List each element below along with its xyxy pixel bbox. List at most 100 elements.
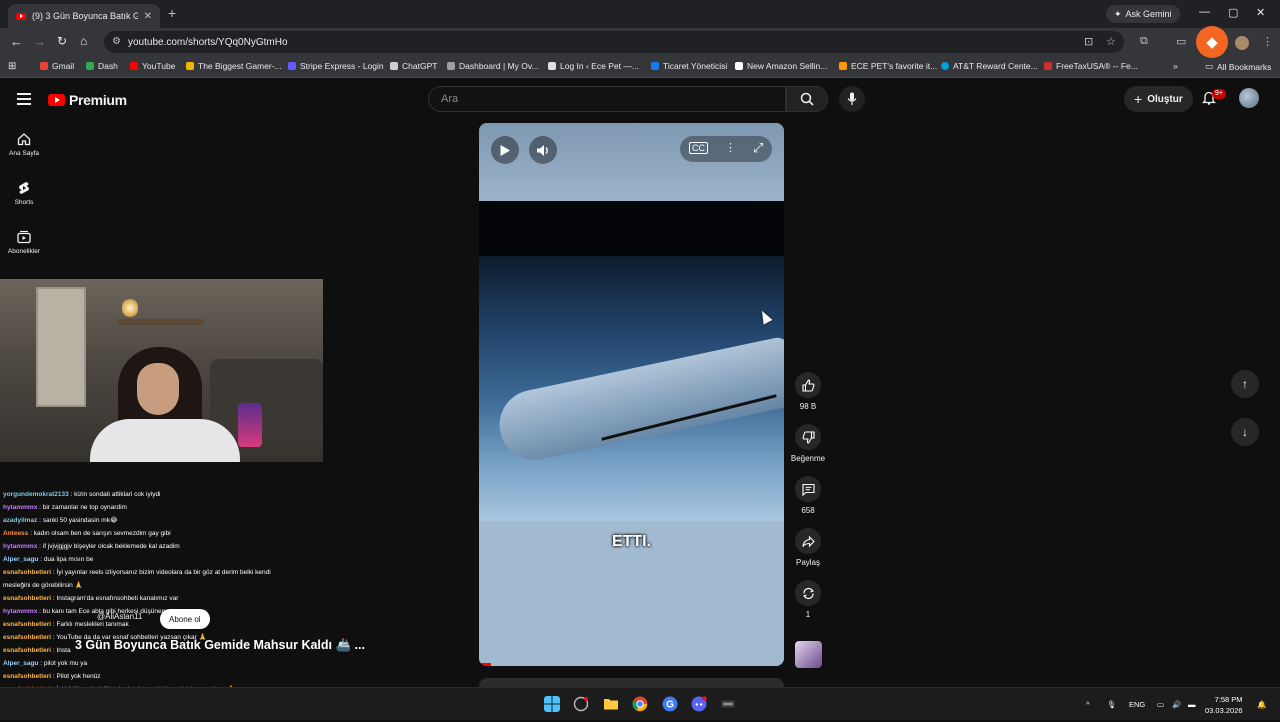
bookmark-gmail[interactable]: Gmail: [40, 61, 74, 71]
sidebar-label: Ana Sayfa: [9, 150, 39, 157]
create-button[interactable]: + Oluştur: [1124, 86, 1193, 112]
comments-button[interactable]: 658: [788, 476, 828, 515]
extension-orange-icon[interactable]: ◆: [1196, 26, 1228, 58]
browser-profile-avatar[interactable]: [1235, 36, 1249, 50]
volume-button[interactable]: [529, 136, 557, 164]
share-button[interactable]: Paylaş: [788, 528, 828, 567]
back-button[interactable]: ←: [10, 34, 23, 49]
search-button[interactable]: [786, 86, 828, 112]
bookmark-label: Ticaret Yöneticisi: [663, 61, 728, 71]
language-indicator[interactable]: ENG: [1129, 700, 1145, 709]
chat-username: esnafsohbetleri: [3, 621, 52, 628]
maximize-window-button[interactable]: ▢: [1228, 6, 1238, 19]
chat-username: hytammmx: [3, 608, 38, 615]
battery-icon[interactable]: ▬: [1188, 700, 1196, 709]
reload-button[interactable]: ↻: [57, 34, 67, 48]
discord-icon[interactable]: [691, 696, 707, 712]
bookmark-chatgpt[interactable]: ChatGPT: [390, 61, 437, 71]
cast-icon[interactable]: ▭: [1176, 35, 1186, 48]
bookmark-att[interactable]: AT&T Reward Cente...: [941, 61, 1038, 71]
bookmark-label: New Amazon Sellin...: [747, 61, 828, 71]
ask-gemini-label: Ask Gemini: [1125, 9, 1172, 19]
forward-button[interactable]: →: [33, 34, 46, 49]
dashboard-icon: [447, 62, 455, 70]
bookmark-ece-pet-login[interactable]: Log In ‹ Ece Pet —...: [548, 61, 639, 71]
bookmark-dashboard[interactable]: Dashboard | My Ov...: [447, 61, 539, 71]
next-short-button[interactable]: ↓: [1231, 418, 1259, 446]
like-button[interactable]: 98 B: [788, 372, 828, 411]
att-icon: [941, 62, 949, 70]
speaker-icon[interactable]: 🔊: [1172, 700, 1181, 709]
home-button[interactable]: ⌂: [80, 34, 87, 48]
menu-hamburger-icon[interactable]: [17, 93, 31, 108]
close-window-button[interactable]: ✕: [1256, 6, 1265, 19]
install-app-icon[interactable]: ⊡: [1084, 35, 1093, 48]
copilot-icon[interactable]: [573, 696, 589, 712]
ask-gemini-button[interactable]: ✦ Ask Gemini: [1106, 5, 1180, 23]
browser-menu-icon[interactable]: ⋮: [1262, 35, 1273, 48]
network-icon[interactable]: ▭: [1157, 700, 1164, 709]
windows-start-icon[interactable]: [544, 696, 560, 712]
chat-text: : kadın olsam ben de sarışın sevmezdim g…: [28, 530, 171, 537]
apps-grid-icon[interactable]: ⊞: [8, 61, 16, 72]
bookmark-ece-pet-favorite[interactable]: ECE PET's favorite it...: [839, 61, 937, 71]
address-bar[interactable]: ⚙ youtube.com/shorts/YQq0NyGtmHo: [104, 31, 1124, 53]
shorts-video-player[interactable]: ETTI. CC ⋮ ⤢: [479, 123, 784, 666]
webcam-lamp: [122, 297, 138, 319]
bookmark-amazon[interactable]: New Amazon Sellin...: [735, 61, 827, 71]
fullscreen-icon[interactable]: ⤢: [753, 140, 763, 156]
bookmark-ticaret[interactable]: Ticaret Yöneticisi: [651, 61, 727, 71]
more-options-icon[interactable]: ⋮: [725, 141, 736, 154]
notification-center-icon[interactable]: 🔔: [1257, 700, 1266, 709]
minimize-window-button[interactable]: —: [1199, 6, 1210, 18]
gemini-spark-icon: ✦: [1114, 8, 1122, 19]
previous-short-button[interactable]: ↑: [1231, 370, 1259, 398]
bookmark-biggest-gamer[interactable]: The Biggest Gamer-...: [186, 61, 282, 71]
tray-overflow-chevron-icon[interactable]: ^: [1086, 700, 1090, 709]
new-tab-button[interactable]: +: [168, 5, 176, 21]
bookmark-dash[interactable]: Dash: [86, 61, 118, 71]
remix-button[interactable]: 1: [788, 580, 828, 619]
extensions-icon[interactable]: ⧉: [1140, 35, 1148, 48]
bookmark-freetaxusa[interactable]: FreeTaxUSA® -- Fe...: [1044, 61, 1138, 71]
video-top-area: [479, 123, 784, 201]
dislike-button[interactable]: Beğenme: [788, 424, 828, 463]
subscribe-button[interactable]: Abone ol: [160, 609, 210, 629]
browser-toolbar: ← → ↻ ⌂ ⚙ youtube.com/shorts/YQq0NyGtmHo…: [0, 28, 1280, 56]
sidebar-item-shorts[interactable]: Shorts: [0, 181, 48, 206]
chat-username: Alper_sagu: [3, 556, 39, 563]
all-bookmarks-folder[interactable]: ▭ All Bookmarks: [1205, 61, 1271, 72]
close-tab-icon[interactable]: ✕: [144, 11, 152, 22]
chat-text: : Farklı meslekleri tanımak: [51, 621, 129, 628]
sidebar-item-subscriptions[interactable]: Abonelikler: [0, 230, 48, 255]
video-progress-bar[interactable]: [479, 663, 491, 666]
microphone-icon: [847, 92, 857, 105]
taskbar-clock[interactable]: 7:58 PM 03.03.2026: [1205, 694, 1243, 716]
search-input[interactable]: Ara: [428, 86, 786, 112]
file-explorer-icon[interactable]: [603, 696, 619, 712]
google-app-icon[interactable]: G: [662, 696, 678, 712]
voice-search-button[interactable]: [839, 86, 865, 112]
youtube-favicon-icon: [16, 12, 26, 20]
youtube-premium-logo[interactable]: Premium: [48, 92, 127, 108]
more-bookmarks-chevron-icon[interactable]: »: [1173, 61, 1178, 71]
sound-source-thumbnail[interactable]: [795, 641, 822, 668]
chat-message: Alper_sagu : dua lipa mısın be: [3, 553, 333, 566]
site-info-icon[interactable]: ⚙: [112, 36, 121, 47]
browser-tab[interactable]: (9) 3 Gün Boyunca Batık Gemid ✕: [8, 4, 160, 28]
tray-microphone-icon[interactable]: 🎙: [1107, 700, 1117, 709]
volume-icon: [537, 144, 548, 156]
notification-count-badge: 9+: [1212, 89, 1226, 99]
channel-handle[interactable]: @AliAslan11: [97, 612, 142, 621]
streaming-app-icon[interactable]: [720, 696, 736, 712]
captions-cc-icon[interactable]: CC: [689, 142, 708, 154]
video-title[interactable]: 3 Gün Boyunca Batık Gemide Mahsur Kaldı …: [75, 638, 365, 653]
bookmark-star-icon[interactable]: ☆: [1106, 35, 1116, 48]
bookmark-youtube[interactable]: YouTube: [130, 61, 175, 71]
sidebar-label: Abonelikler: [7, 248, 41, 255]
chrome-icon[interactable]: [632, 696, 648, 712]
play-button[interactable]: [491, 136, 519, 164]
account-avatar[interactable]: [1239, 88, 1259, 108]
sidebar-item-home[interactable]: Ana Sayfa: [0, 132, 48, 157]
bookmark-stripe[interactable]: Stripe Express - Login: [288, 61, 384, 71]
